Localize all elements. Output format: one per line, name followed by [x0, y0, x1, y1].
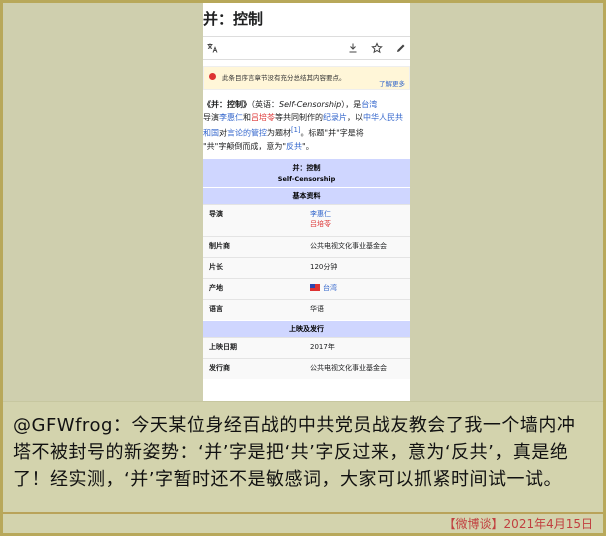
infobox-value: 2017年 — [310, 342, 335, 351]
infobox-value: 台湾 — [310, 283, 404, 295]
notice-text: 此条目序言章节没有充分总结其内容要点。 — [222, 74, 346, 82]
page-title-text: 并：控制 — [203, 9, 264, 28]
wiki-screenshot: 并：控制 此条目序言章节没有充分总结其内容要点。 了解更多 《并：控制》（英语：… — [203, 3, 410, 401]
intro-and: 和 — [243, 113, 251, 122]
infobox-subtitle: Self-Censorship — [277, 174, 336, 183]
intro-line4-suffix: "。 — [302, 141, 314, 151]
link-director-2[interactable]: 吕培苓 — [251, 113, 275, 122]
download-icon[interactable] — [347, 42, 359, 54]
infobox-key: 导演 — [209, 209, 223, 218]
page-frame: 并：控制 此条目序言章节没有充分总结其内容要点。 了解更多 《并：控制》（英语：… — [0, 0, 606, 536]
link-taiwan[interactable]: 台湾 — [323, 284, 337, 292]
infobox: 并：控制 Self-Censorship 基本资料 导演 李惠仁 吕培苓 制片商… — [203, 158, 410, 379]
star-icon[interactable] — [371, 42, 383, 54]
infobox-section-release: 上映及发行 — [203, 319, 410, 337]
infobox-row-producer: 制片商 公共电视文化事业基金会 — [203, 235, 410, 257]
infobox-value: 120分钟 — [310, 262, 338, 271]
infobox-key: 发行商 — [209, 363, 230, 372]
intro-paren-suffix: ），是 — [341, 100, 362, 109]
infobox-title: 并：控制 — [292, 163, 321, 172]
article-title-bold: 《并：控制》 — [203, 100, 251, 109]
link-producer[interactable]: 公共电视文化事业基金会 — [310, 241, 404, 253]
link-director-1[interactable]: 李惠仁 — [219, 113, 243, 122]
intro-line2-suffix: ，以 — [347, 113, 363, 122]
infobox-value: 李惠仁 吕培苓 — [310, 209, 404, 232]
infobox-key: 语言 — [209, 304, 223, 313]
intro-line2-prefix: 导演 — [203, 113, 219, 122]
infobox-key: 上映日期 — [209, 342, 237, 351]
infobox-section-basic: 基本资料 — [203, 186, 410, 204]
learn-more-link[interactable]: 了解更多 — [379, 78, 405, 88]
toolbar-actions — [347, 42, 407, 54]
intro-line3-suffix: 为题材 — [267, 128, 291, 138]
taiwan-flag-icon — [310, 283, 320, 291]
intro-english-title: Self-Censorship — [279, 100, 342, 109]
article-intro: 《并：控制》（英语：Self-Censorship），是台湾 导演李惠仁和吕培苓… — [203, 98, 410, 153]
intro-line3-mid: 对 — [219, 128, 227, 138]
infobox-row-runtime: 片长 120分钟 — [203, 256, 410, 278]
translate-icon[interactable] — [206, 42, 218, 54]
link-anti-communist[interactable]: 反共 — [286, 142, 302, 151]
source-footer-text: 【微博谈】2021年4月15日 — [443, 517, 593, 531]
weibo-caption: @GFWfrog：今天某位身经百战的中共党员战友教会了我一个墙内冲塔不被封号的新… — [13, 415, 576, 490]
infobox-title-block: 并：控制 Self-Censorship — [203, 158, 410, 187]
link-director-1[interactable]: 李惠仁 — [310, 209, 404, 219]
infobox-key: 制片商 — [209, 241, 230, 250]
notice-icon — [209, 73, 216, 80]
infobox-row-distributor: 发行商 公共电视文化事业基金会 — [203, 357, 410, 379]
source-footer: 【微博谈】2021年4月15日 — [3, 513, 603, 533]
lead-section-notice: 此条目序言章节没有充分总结其内容要点。 了解更多 — [203, 66, 410, 90]
page-title: 并：控制 — [203, 3, 410, 33]
intro-paren-prefix: （英语： — [251, 100, 279, 109]
infobox-row-language: 语言 华语 — [203, 298, 410, 320]
article-toolbar — [203, 36, 410, 60]
link-documentary[interactable]: 纪录片 — [323, 113, 347, 122]
intro-line3-end: 。标题"并"字是将 — [300, 128, 364, 138]
infobox-key: 产地 — [209, 283, 223, 292]
weibo-caption-box: @GFWfrog：今天某位身经百战的中共党员战友教会了我一个墙内冲塔不被封号的新… — [3, 401, 603, 513]
infobox-row-country: 产地 台湾 — [203, 277, 410, 299]
link-language[interactable]: 华语 — [310, 304, 404, 316]
link-director-2[interactable]: 吕培苓 — [310, 219, 404, 229]
link-speech-control[interactable]: 言论的管控 — [227, 129, 267, 138]
intro-line2-mid: 等共同制作的 — [275, 113, 323, 122]
infobox-row-director: 导演 李惠仁 吕培苓 — [203, 203, 410, 236]
pencil-icon[interactable] — [395, 42, 407, 54]
infobox-row-release-date: 上映日期 2017年 — [203, 336, 410, 358]
intro-line4-prefix: "共"字颠倒而成，意为" — [203, 141, 287, 151]
infobox-key: 片长 — [209, 262, 223, 271]
link-taiwan[interactable]: 台湾 — [361, 100, 377, 109]
infobox-value: 公共电视文化事业基金会 — [310, 363, 387, 372]
